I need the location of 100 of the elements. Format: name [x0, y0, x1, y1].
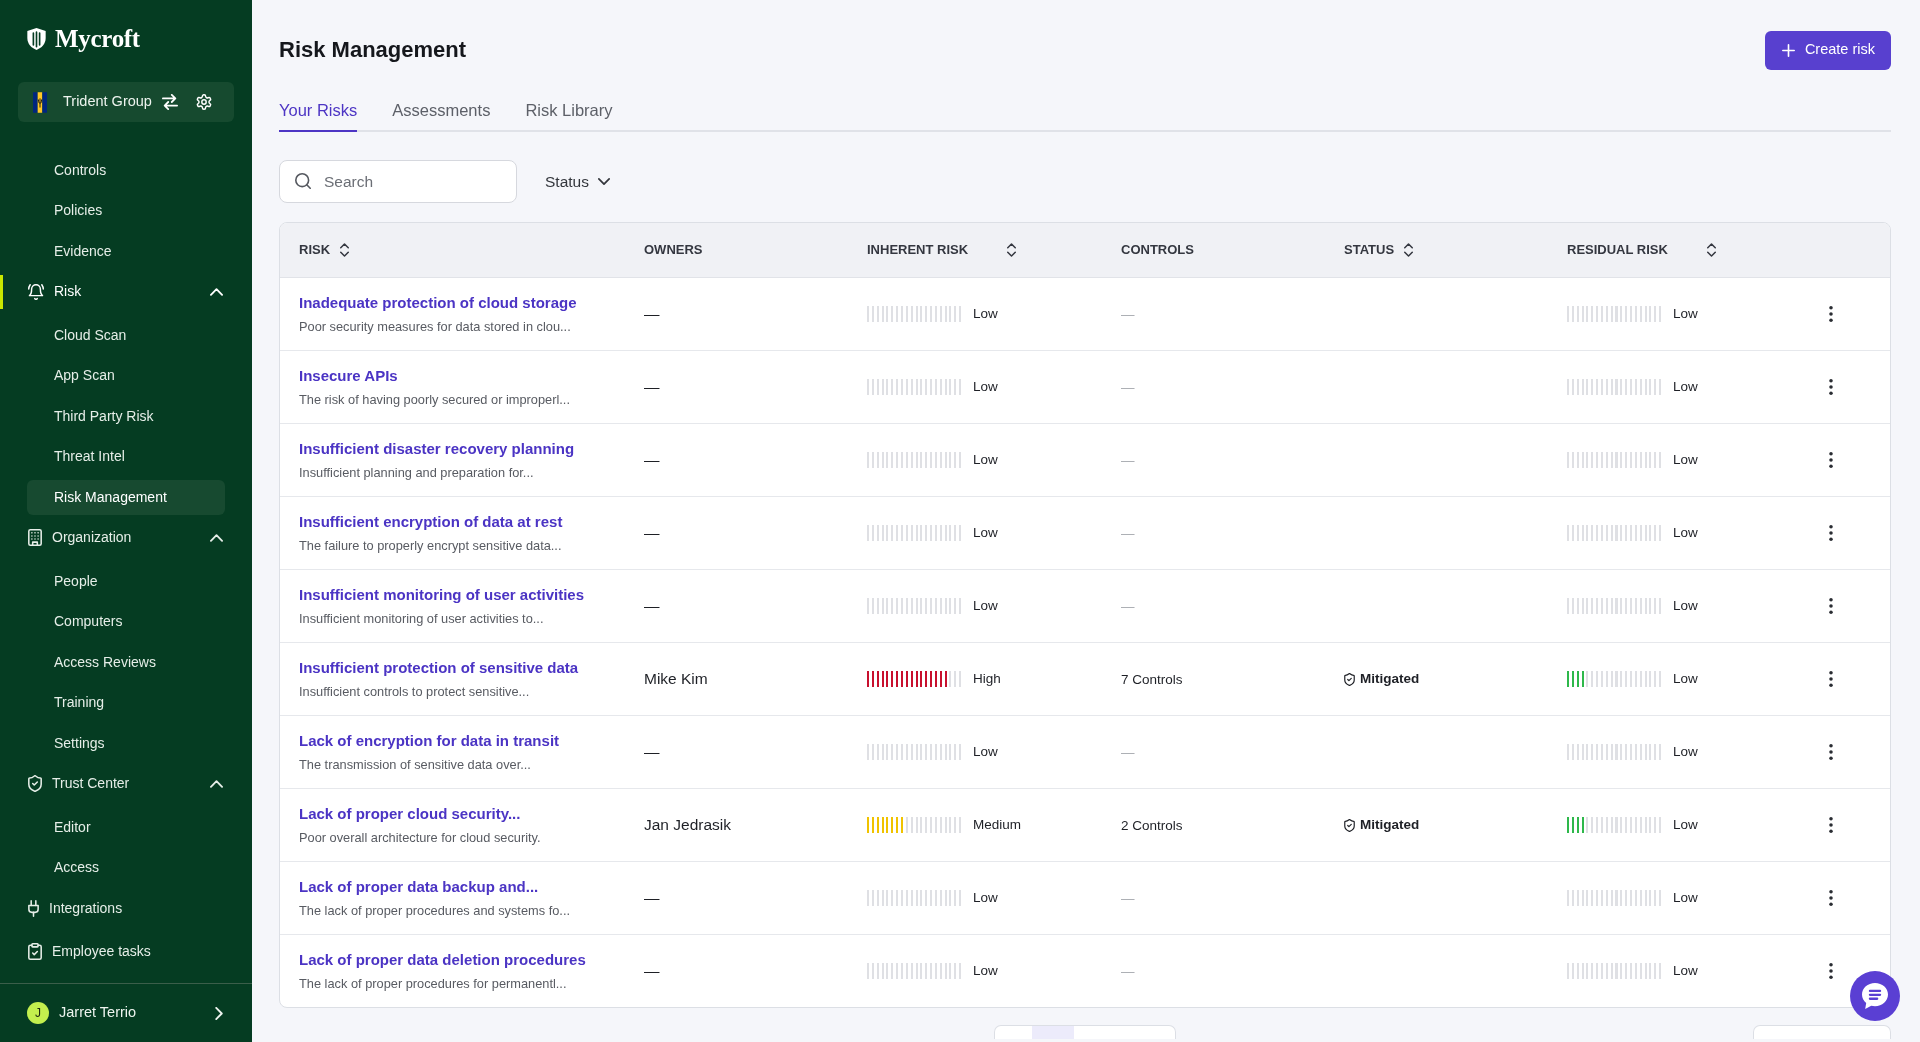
- tab[interactable]: Your Risks: [279, 90, 358, 132]
- risk-description: The lack of proper procedures and systems fo...: [299, 902, 570, 919]
- shield-check-icon: [1344, 818, 1355, 832]
- risk-description: The lack of proper procedures for permanentl...: [299, 975, 567, 992]
- controls-text: —: [1121, 891, 1135, 906]
- risk-title-link[interactable]: Insufficient encryption of data at rest: [299, 512, 563, 532]
- risk-title-link[interactable]: Lack of proper data deletion procedures: [299, 950, 586, 970]
- sidebar-item[interactable]: People: [27, 563, 225, 599]
- controls-text: —: [1121, 599, 1135, 614]
- shield-check-icon: [1344, 672, 1355, 686]
- sidebar-group[interactable]: Risk: [0, 271, 252, 312]
- sidebar-item[interactable]: Threat Intel: [27, 439, 225, 475]
- flag-icon: [33, 91, 47, 113]
- risk-title-link[interactable]: Insufficient monitoring of user activities: [299, 585, 585, 605]
- risk-rating: Low: [973, 450, 998, 469]
- settings-button[interactable]: [194, 92, 214, 112]
- column-header[interactable]: RISK: [299, 240, 331, 260]
- sidebar-item[interactable]: Editor: [27, 809, 225, 845]
- kebab-icon: [1829, 525, 1833, 541]
- risk-rating: Low: [1673, 304, 1698, 323]
- kebab-icon: [1829, 963, 1833, 979]
- sidebar-item[interactable]: Computers: [27, 604, 225, 640]
- column-header[interactable]: RESIDUAL RISK: [1567, 240, 1697, 260]
- tab[interactable]: Risk Library: [525, 90, 613, 132]
- controls-text: 2 Controls: [1121, 818, 1183, 833]
- chat-button[interactable]: [1850, 971, 1900, 1021]
- plus-icon: [1781, 43, 1795, 57]
- column-header: CONTROLS: [1121, 241, 1194, 260]
- owner-text: —: [644, 962, 660, 979]
- sidebar-item[interactable]: Evidence: [27, 233, 225, 269]
- controls-text: —: [1121, 380, 1135, 395]
- sidebar-item[interactable]: Cloud Scan: [27, 317, 225, 353]
- risk-rating: Low: [973, 523, 998, 542]
- owner-text: —: [644, 378, 660, 395]
- sidebar-item[interactable]: App Scan: [27, 358, 225, 394]
- sidebar-item[interactable]: Controls: [27, 152, 225, 188]
- owner-text: —: [644, 743, 660, 760]
- plug-icon: [28, 899, 39, 917]
- sidebar-item[interactable]: Training: [27, 685, 225, 721]
- risk-title-link[interactable]: Lack of proper data backup and...: [299, 877, 539, 897]
- switch-org-button[interactable]: [160, 92, 180, 112]
- sidebar-item[interactable]: Third Party Risk: [27, 398, 225, 434]
- risk-title-link[interactable]: Lack of proper cloud security...: [299, 804, 521, 824]
- chevron-right-icon: [215, 1006, 223, 1020]
- select-field[interactable]: [1753, 1025, 1891, 1039]
- shield-check-icon: [28, 775, 42, 793]
- owner-text: Mike Kim: [644, 670, 708, 687]
- risk-title-link[interactable]: Insufficient protection of sensitive data: [299, 658, 579, 678]
- risk-title-link[interactable]: Insecure APIs: [299, 366, 398, 386]
- risk-description: Insufficient planning and preparation for...: [299, 464, 534, 481]
- sidebar-item[interactable]: Access Reviews: [27, 644, 225, 680]
- risk-description: The transmission of sensitive data over...: [299, 756, 531, 773]
- status-filter-dropdown[interactable]: Status: [545, 169, 610, 194]
- risk-rating: Low: [1673, 523, 1698, 542]
- gear-icon: [196, 94, 212, 110]
- risk-description: Poor overall architecture for cloud security.: [299, 829, 541, 846]
- search-icon: [295, 173, 311, 189]
- active-indicator: [0, 274, 3, 309]
- user-avatar: J: [27, 1002, 49, 1024]
- risk-description: The failure to properly encrypt sensitive data...: [299, 537, 562, 554]
- tab[interactable]: Assessments: [392, 90, 491, 132]
- risk-rating: Low: [1673, 596, 1698, 615]
- risk-rating: Low: [973, 304, 998, 323]
- kebab-icon: [1829, 890, 1833, 906]
- risk-title-link[interactable]: Insufficient disaster recovery planning: [299, 439, 575, 459]
- risk-rating: Low: [973, 742, 998, 761]
- search-field[interactable]: Search: [279, 160, 517, 203]
- risk-rating: Low: [1673, 669, 1698, 688]
- controls-text: —: [1121, 307, 1135, 322]
- column-header[interactable]: INHERENT RISK: [867, 240, 997, 260]
- column-header: OWNERS: [644, 241, 703, 260]
- risk-rating: Medium: [973, 815, 1021, 834]
- sidebar-link[interactable]: Employee tasks: [0, 931, 252, 972]
- kebab-icon: [1829, 598, 1833, 614]
- sidebar-group[interactable]: Trust Center: [0, 763, 252, 804]
- risk-rating: Low: [973, 596, 998, 615]
- sidebar-link[interactable]: Integrations: [0, 888, 252, 929]
- kebab-icon: [1829, 452, 1833, 468]
- chat-bubble-icon: [1862, 983, 1888, 1009]
- risk-title-link[interactable]: Inadequate protection of cloud storage: [299, 293, 577, 313]
- sidebar-group[interactable]: Organization: [0, 517, 252, 558]
- kebab-icon: [1829, 817, 1833, 833]
- user-menu[interactable]: J Jarret Terrio: [0, 984, 252, 1042]
- risk-rating: Low: [1673, 961, 1698, 980]
- owner-text: —: [644, 451, 660, 468]
- status-label: Mitigated: [1360, 815, 1420, 834]
- org-name: Trident Group: [63, 92, 152, 112]
- risk-rating: Low: [1673, 742, 1698, 761]
- sidebar-item[interactable]: Access: [27, 850, 225, 886]
- create-risk-button[interactable]: Create risk: [1764, 30, 1891, 70]
- sidebar-item[interactable]: Settings: [27, 725, 225, 761]
- controls-text: —: [1121, 745, 1135, 760]
- owner-text: —: [644, 305, 660, 322]
- risk-rating: Low: [1673, 888, 1698, 907]
- risk-rating: Low: [1673, 377, 1698, 396]
- risk-title-link[interactable]: Lack of encryption for data in transit: [299, 731, 560, 751]
- column-header[interactable]: STATUS: [1344, 240, 1395, 260]
- sidebar-item[interactable]: Policies: [27, 193, 225, 229]
- bell-icon: [28, 283, 44, 300]
- sidebar-item[interactable]: Risk Management: [27, 479, 225, 515]
